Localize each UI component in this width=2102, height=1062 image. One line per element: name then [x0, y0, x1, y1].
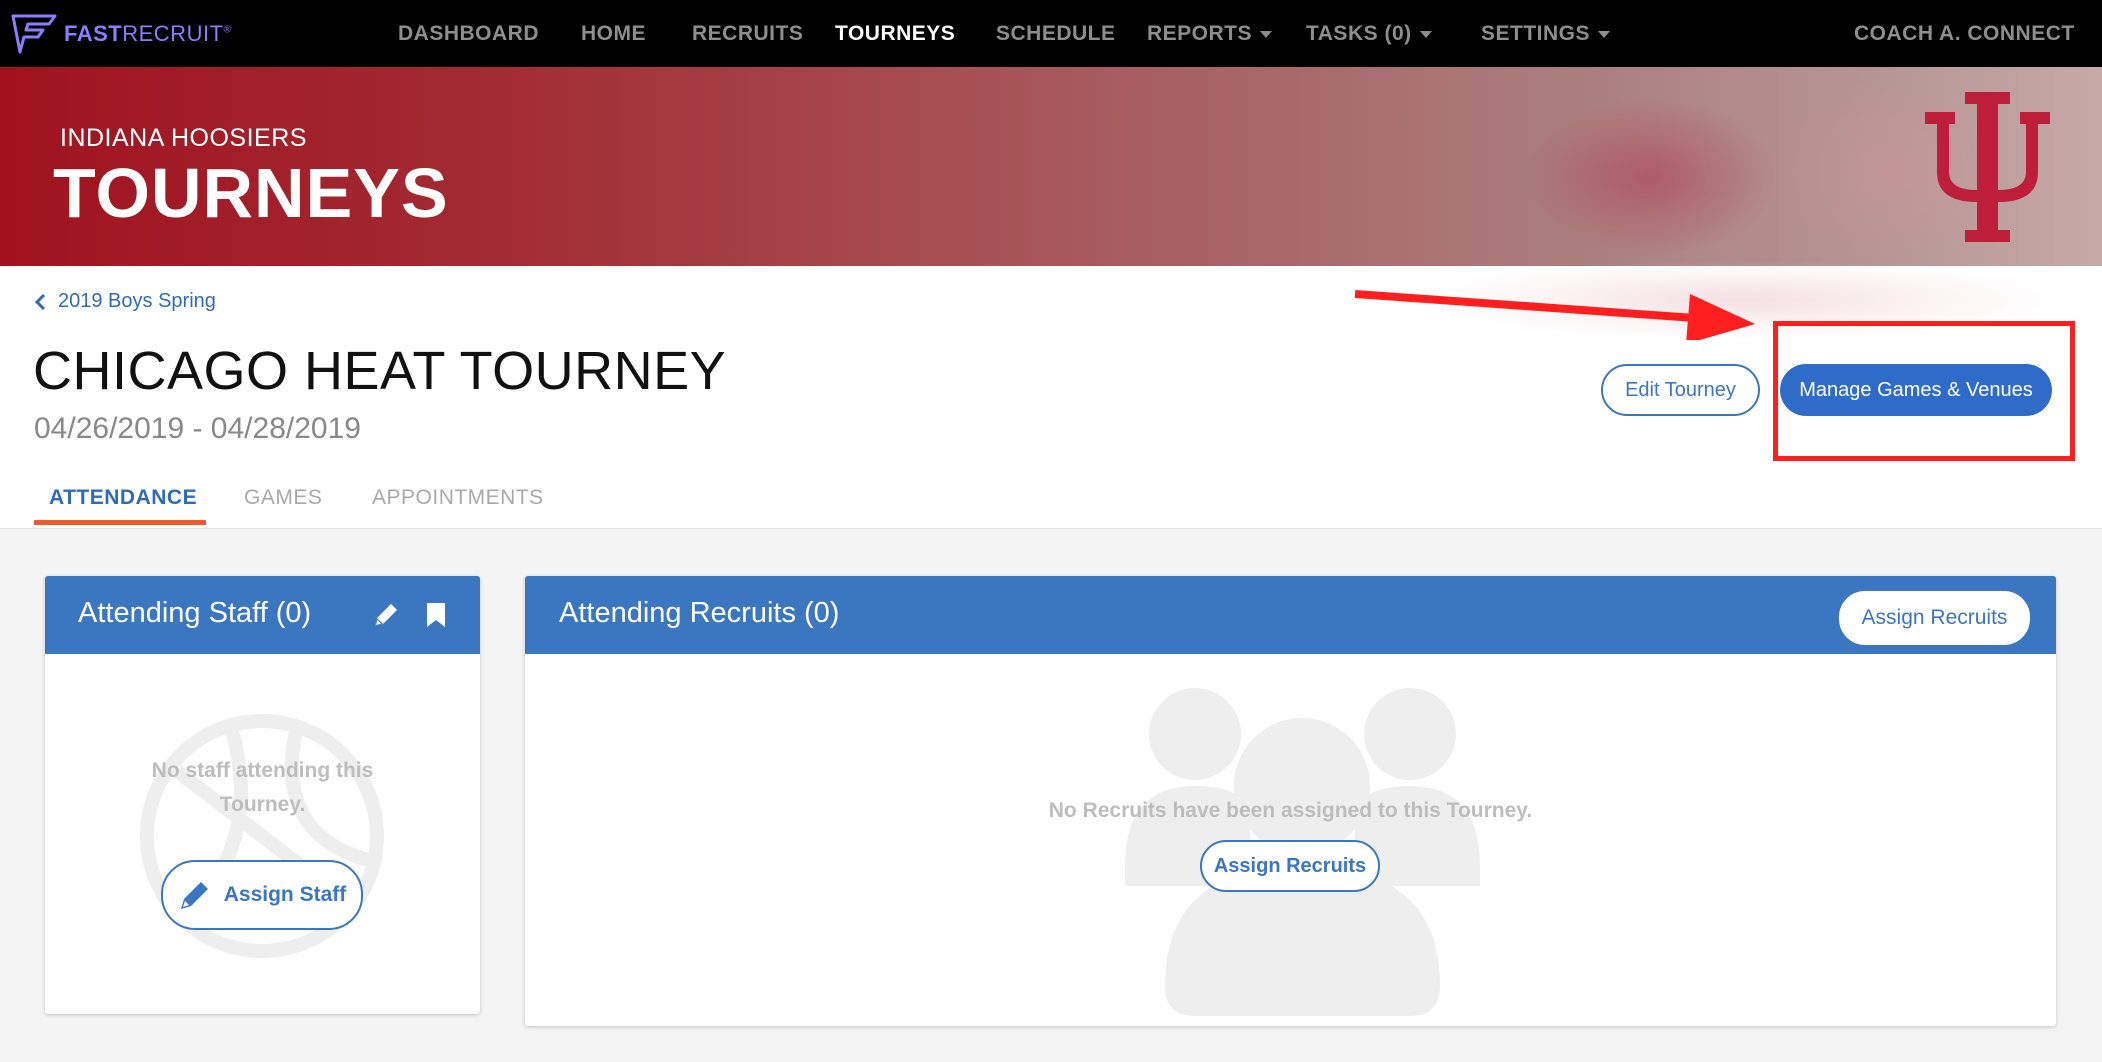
chevron-down-icon — [1598, 30, 1611, 38]
nav-item-recruits[interactable]: RECRUITS — [692, 0, 803, 67]
nav-item-tourneys[interactable]: TOURNEYS — [835, 0, 955, 67]
tourney-dates: 04/26/2019 - 04/28/2019 — [34, 412, 361, 445]
panel-header: Attending Staff (0) — [45, 576, 480, 654]
nav-user-menu[interactable]: COACH A. CONNECT — [1854, 0, 2075, 67]
nav-item-reports[interactable]: REPORTS — [1147, 0, 1273, 67]
tab-games[interactable]: GAMES — [244, 486, 322, 510]
panel-header: Attending Recruits (0) Assign Recruits — [525, 576, 2056, 654]
panel-title: Attending Staff (0) — [78, 597, 312, 629]
nav-item-settings-label: SETTINGS — [1481, 22, 1591, 45]
attending-recruits-panel: Attending Recruits (0) Assign Recruits N… — [525, 576, 2056, 1026]
assign-staff-label: Assign Staff — [223, 883, 347, 906]
hero-decoration — [1520, 97, 1780, 257]
assign-staff-button[interactable]: Assign Staff — [161, 860, 363, 930]
breadcrumb-label: 2019 Boys Spring — [58, 290, 216, 312]
pencil-icon — [180, 882, 208, 909]
indiana-university-logo-icon — [1925, 92, 2050, 242]
bookmark-icon[interactable] — [421, 600, 451, 630]
pencil-edit-icon[interactable] — [371, 600, 401, 630]
edit-tourney-button[interactable]: Edit Tourney — [1601, 364, 1760, 416]
annotation-highlight-box — [1773, 321, 2075, 461]
tab-appointments[interactable]: APPOINTMENTS — [372, 486, 544, 510]
annotation-arrow-icon — [1354, 290, 1755, 340]
panel-title: Attending Recruits (0) — [559, 597, 840, 629]
assign-recruits-button[interactable]: Assign Recruits — [1200, 840, 1380, 892]
nav-item-schedule[interactable]: SCHEDULE — [996, 0, 1116, 67]
breadcrumb-back-link[interactable]: 2019 Boys Spring — [34, 290, 216, 313]
nav-item-settings[interactable]: SETTINGS — [1481, 0, 1611, 67]
attending-staff-panel: Attending Staff (0) No staff attending t… — [45, 576, 480, 1014]
nav-item-tasks[interactable]: TASKS (0) — [1306, 0, 1432, 67]
section-title: TOURNEYS — [53, 154, 449, 232]
nav-item-tasks-label: TASKS (0) — [1306, 22, 1412, 45]
chevron-left-icon — [34, 293, 46, 310]
nav-item-home[interactable]: HOME — [581, 0, 646, 67]
tab-attendance[interactable]: ATTENDANCE — [49, 486, 197, 510]
recruits-empty-message: No Recruits have been assigned to this T… — [1048, 799, 1533, 822]
nav-item-reports-label: REPORTS — [1147, 22, 1253, 45]
nav-item-dashboard[interactable]: DASHBOARD — [398, 0, 539, 67]
page-title: CHICAGO HEAT TOURNEY — [33, 341, 727, 401]
assign-recruits-label: Assign Recruits — [1213, 854, 1367, 877]
active-tab-indicator — [34, 520, 206, 525]
chevron-down-icon — [1419, 30, 1432, 38]
top-navigation-bar: FASTRECRUIT® DASHBOARD HOME RECRUITS TOU… — [0, 0, 2102, 67]
assign-recruits-header-button[interactable]: Assign Recruits — [1839, 591, 2030, 645]
staff-empty-message: No staff attending this Tourney. — [151, 759, 374, 816]
hero-banner: INDIANA HOOSIERS TOURNEYS — [0, 67, 2102, 266]
chevron-down-icon — [1260, 30, 1273, 38]
team-name: INDIANA HOOSIERS — [60, 124, 307, 152]
